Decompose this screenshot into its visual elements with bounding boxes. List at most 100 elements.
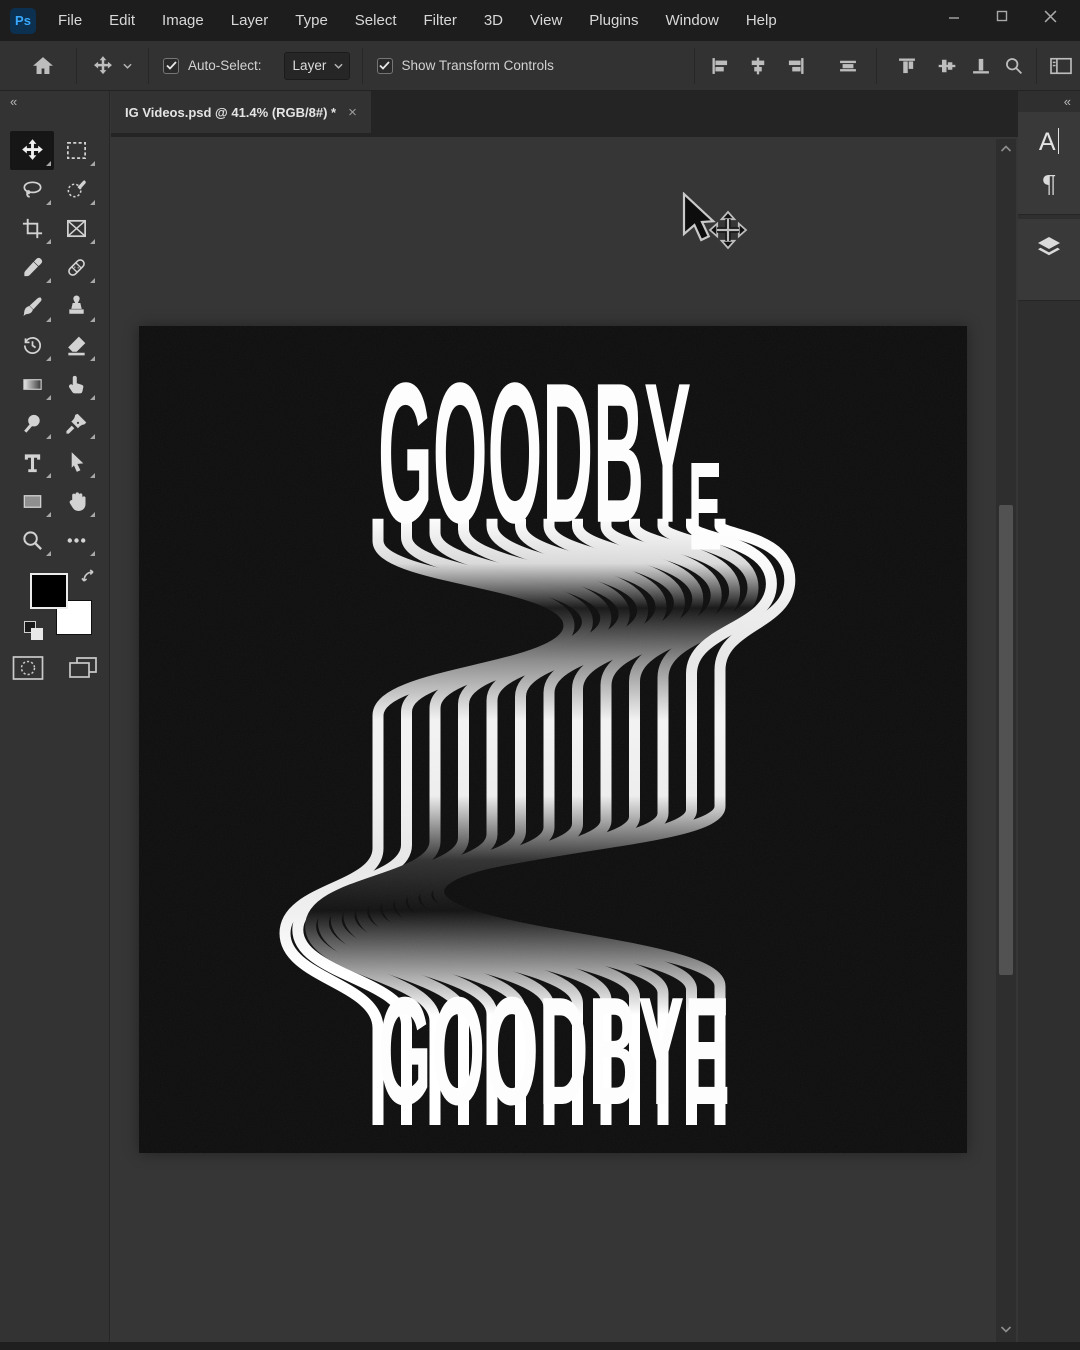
align-left-icon — [710, 56, 730, 76]
menu-type[interactable]: Type — [295, 12, 328, 29]
align-middle-icon — [937, 56, 957, 76]
home-button[interactable] — [32, 55, 54, 77]
swap-colors-icon[interactable] — [81, 569, 98, 586]
zoom-tool[interactable] — [10, 521, 54, 560]
search-icon — [1003, 55, 1024, 76]
paragraph-panel-button[interactable]: ¶ — [1041, 171, 1056, 199]
move-icon — [93, 56, 113, 76]
menu-image[interactable]: Image — [162, 12, 204, 29]
align-top-edges-button[interactable] — [897, 56, 917, 76]
menu-plugins[interactable]: Plugins — [589, 12, 638, 29]
auto-select-target-dropdown[interactable]: Layer — [284, 52, 350, 80]
align-left-edges-button[interactable] — [710, 56, 730, 76]
auto-select-target-value: Layer — [293, 58, 327, 73]
scroll-down-icon[interactable] — [1000, 1324, 1012, 1334]
photoshop-logo: Ps — [10, 8, 36, 34]
character-panel-button[interactable]: A — [1039, 128, 1059, 157]
home-icon — [32, 55, 54, 77]
eraser-icon — [65, 334, 88, 357]
document-tab[interactable]: IG Videos.psd @ 41.4% (RGB/8#) * × — [111, 91, 371, 133]
eyedropper-icon — [21, 256, 44, 279]
menu-select[interactable]: Select — [355, 12, 397, 29]
eraser-tool[interactable] — [54, 326, 98, 365]
vertical-scrollbar[interactable] — [996, 139, 1016, 1346]
healing-brush-tool[interactable] — [54, 248, 98, 287]
menu-edit[interactable]: Edit — [109, 12, 135, 29]
menu-view[interactable]: View — [530, 12, 562, 29]
right-dock: « A ¶ — [1018, 91, 1080, 1350]
move-icon — [21, 139, 44, 162]
lasso-icon — [21, 178, 44, 201]
auto-select-checkbox[interactable] — [163, 58, 179, 74]
workspace-icon — [1049, 56, 1073, 76]
object-selection-tool[interactable] — [54, 170, 98, 209]
align-bottom-icon — [971, 56, 991, 76]
lasso-tool[interactable] — [10, 170, 54, 209]
layers-panel-group — [1018, 219, 1080, 301]
path-selection-tool[interactable] — [54, 443, 98, 482]
brush-tool[interactable] — [10, 287, 54, 326]
clone-stamp-icon — [65, 295, 88, 318]
layers-panel-icon[interactable] — [1034, 233, 1064, 263]
move-tool[interactable] — [10, 131, 54, 170]
default-colors-icon[interactable] — [24, 621, 46, 643]
frame-tool[interactable] — [54, 209, 98, 248]
grain-texture — [139, 326, 967, 1153]
more-tools-button[interactable] — [54, 521, 98, 560]
foreground-color-swatch[interactable] — [30, 573, 68, 609]
crop-tool[interactable] — [10, 209, 54, 248]
collapse-panels-icon[interactable]: « — [1064, 94, 1070, 109]
quick-mask-icon[interactable] — [12, 655, 44, 681]
align-horizontal-centers-button[interactable] — [748, 56, 768, 76]
hand-icon — [65, 490, 88, 513]
toolbar-bottom-buttons — [12, 651, 100, 685]
hand-tool[interactable] — [54, 482, 98, 521]
dodge-icon — [21, 412, 44, 435]
search-button[interactable] — [1003, 55, 1024, 76]
menu-window[interactable]: Window — [665, 12, 718, 29]
close-button[interactable] — [1026, 0, 1074, 32]
align-vertical-centers-button[interactable] — [838, 56, 858, 76]
align-middle-button[interactable] — [937, 56, 957, 76]
chevron-down-icon[interactable] — [123, 63, 132, 69]
gradient-icon — [21, 373, 44, 396]
eyedropper-tool[interactable] — [10, 248, 54, 287]
dodge-tool[interactable] — [10, 404, 54, 443]
menu-help[interactable]: Help — [746, 12, 777, 29]
move-badge-icon — [710, 212, 746, 248]
object-selection-icon — [65, 178, 88, 201]
tool-grid — [10, 131, 102, 560]
show-transform-checkbox[interactable] — [377, 58, 393, 74]
tab-close-icon[interactable]: × — [348, 104, 357, 121]
rectangular-marquee-tool[interactable] — [54, 131, 98, 170]
show-transform-label: Show Transform Controls — [402, 58, 554, 73]
options-bar: Auto-Select: Layer Show Transform Contro… — [0, 41, 1080, 91]
smudge-tool[interactable] — [54, 365, 98, 404]
gradient-tool[interactable] — [10, 365, 54, 404]
type-tool[interactable] — [10, 443, 54, 482]
workspace-switcher-button[interactable] — [1049, 56, 1073, 76]
menu-filter[interactable]: Filter — [424, 12, 457, 29]
align-right-edges-button[interactable] — [786, 56, 806, 76]
rectangle-tool[interactable] — [10, 482, 54, 521]
scroll-up-icon[interactable] — [1000, 144, 1012, 154]
document-canvas[interactable]: GOODBY E GOODBYE — [139, 326, 967, 1153]
history-brush-tool[interactable] — [10, 326, 54, 365]
minimize-button[interactable] — [930, 0, 978, 32]
menu-layer[interactable]: Layer — [231, 12, 269, 29]
scrollbar-thumb[interactable] — [999, 505, 1013, 975]
collapse-tools-icon[interactable]: « — [10, 94, 16, 109]
crop-icon — [21, 217, 44, 240]
maximize-button[interactable] — [978, 0, 1026, 32]
menu-3d[interactable]: 3D — [484, 12, 503, 29]
menu-file[interactable]: File — [58, 12, 82, 29]
move-tool-options-icon[interactable] — [93, 56, 113, 76]
pen-tool[interactable] — [54, 404, 98, 443]
photoshop-window: Ps File Edit Image Layer Type Select Fil… — [0, 0, 1080, 1350]
ellipsis-icon — [65, 529, 88, 552]
canvas-viewport[interactable]: GOODBY E GOODBYE — [111, 137, 1018, 1350]
screen-mode-icon[interactable] — [68, 655, 100, 681]
align-bottom-edges-button[interactable] — [971, 56, 991, 76]
check-icon — [166, 61, 177, 70]
clone-stamp-tool[interactable] — [54, 287, 98, 326]
